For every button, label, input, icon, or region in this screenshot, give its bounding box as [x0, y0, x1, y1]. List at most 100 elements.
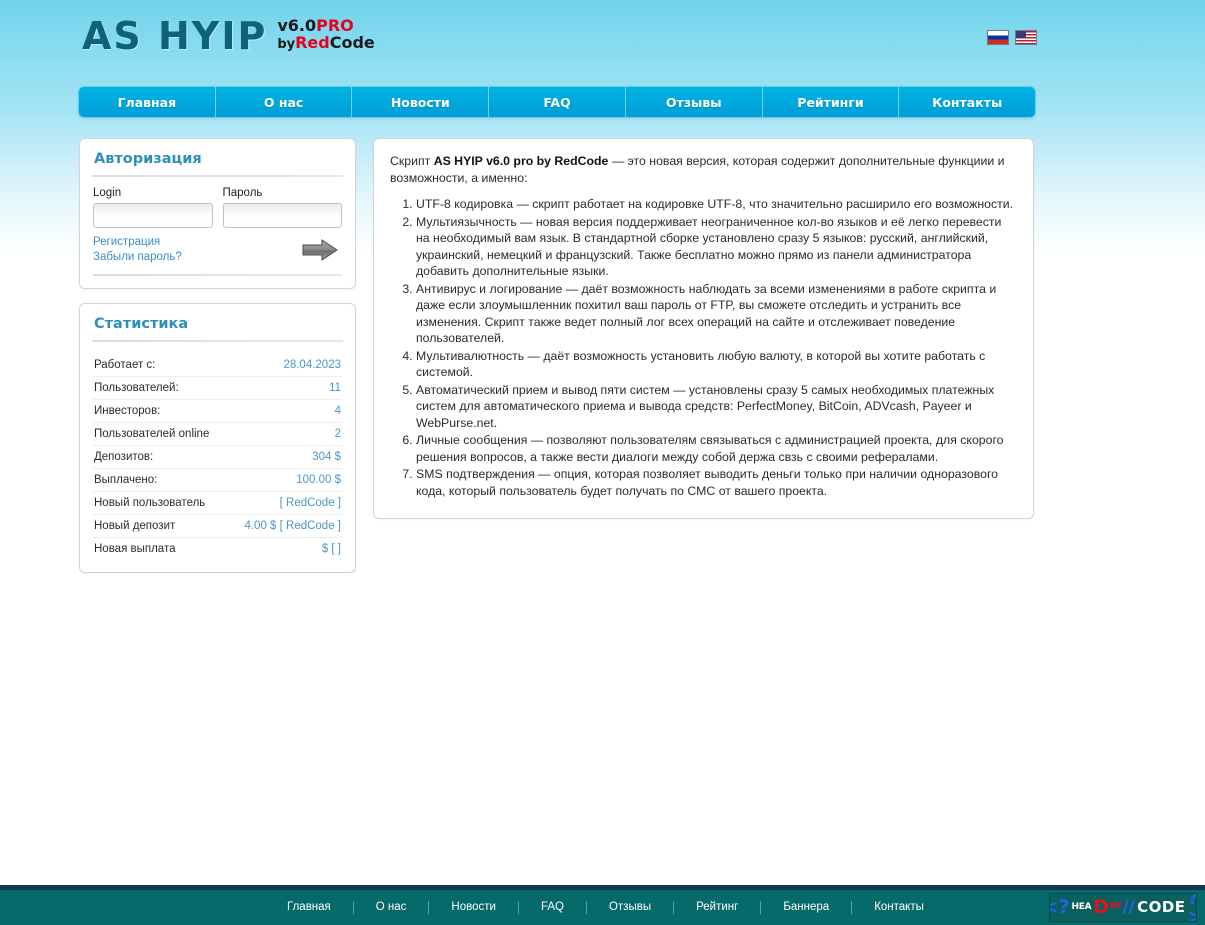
footer-link-2[interactable]: О нас: [354, 901, 430, 914]
page-wrapper: AS HYIP v6.0PRO byRedCode Главная О нас Но…: [0, 0, 1205, 925]
flag-us-icon[interactable]: [1015, 30, 1037, 45]
stat-label: Новый пользователь: [94, 497, 206, 509]
stat-value: [ RedCode ]: [279, 497, 341, 509]
logo-red: Red: [295, 33, 330, 52]
flag-ru-icon[interactable]: [987, 30, 1009, 45]
footer-navigation[interactable]: Главная О нас Новости FAQ Отзывы Рейтинг Банне…: [265, 890, 946, 925]
logo-sub-text: v6.0PRO byRedCode: [277, 14, 374, 53]
footer-link-8[interactable]: Контакты: [852, 901, 946, 914]
stat-value: 4.00 $ [ RedCode ]: [244, 520, 341, 532]
footer-link-4[interactable]: FAQ: [519, 901, 587, 914]
nav-item-1[interactable]: Главная: [79, 87, 216, 117]
stat-value: $ [ ]: [321, 543, 341, 555]
arrow-right-icon[interactable]: [302, 239, 338, 261]
stat-label: Пользователей online: [94, 428, 210, 440]
php-open-tag: <?: [1050, 896, 1070, 918]
feature-item: Антивирус и логирование — даёт возможнос…: [416, 281, 1017, 347]
stat-label: Новая выплата: [94, 543, 176, 555]
password-input[interactable]: [222, 203, 342, 228]
login-input[interactable]: [93, 203, 213, 228]
feature-item: Мультиязычность — новая версия поддержив…: [416, 214, 1017, 280]
feature-item: SMS подтверждения — опция, которая позво…: [416, 466, 1017, 499]
authorization-body: Login Пароль Регистрация Забыли пароль?: [80, 177, 355, 288]
login-field-group: Login: [93, 187, 213, 228]
logo-d-letter: D: [1093, 896, 1110, 918]
footer-link-7[interactable]: Баннера: [761, 901, 853, 914]
stat-row: Новый депозит 4.00 $ [ RedCode ]: [93, 515, 342, 538]
stat-row: Инвесторов: 4: [93, 400, 342, 423]
password-field-group: Пароль: [222, 187, 342, 228]
authorization-links: Регистрация Забыли пароль?: [93, 235, 182, 265]
main-content-panel: Скрипт AS HYIP v6.0 pro by RedCode — это…: [373, 138, 1034, 519]
intro-paragraph: Скрипт AS HYIP v6.0 pro by RedCode — это…: [390, 153, 1017, 186]
statistics-body: Работает с: 28.04.2023 Пользователей: 11 Инв…: [80, 342, 355, 572]
stat-label: Выплачено:: [94, 474, 158, 486]
footer-link-1[interactable]: Главная: [265, 901, 354, 914]
stat-label: Работает с:: [94, 359, 156, 371]
footer-link-3[interactable]: Новости: [429, 901, 519, 914]
logo-version-line: v6.0PRO: [277, 17, 374, 34]
site-footer: Главная О нас Новости FAQ Отзывы Рейтинг Банне…: [0, 885, 1205, 925]
stat-row: Депозитов: 304 $: [93, 446, 342, 469]
footer-inner: Главная О нас Новости FAQ Отзывы Рейтинг Банне…: [0, 890, 1205, 925]
stat-row: Работает с: 28.04.2023: [93, 354, 342, 377]
footer-link-6[interactable]: Рейтинг: [674, 901, 762, 914]
statistics-panel: Статистика Работает с: 28.04.2023 Пользова…: [79, 303, 356, 573]
register-link[interactable]: Регистрация: [93, 235, 182, 250]
nav-item-5[interactable]: Отзывы: [626, 87, 763, 117]
main-navigation[interactable]: Главная О нас Новости FAQ Отзывы Рейтинги Конт…: [78, 86, 1036, 118]
logo-code: Code: [329, 33, 375, 52]
footer-link-5[interactable]: Отзывы: [587, 901, 675, 914]
stat-label: Пользователей:: [94, 382, 179, 394]
logo-hea-text: HEA: [1071, 902, 1092, 912]
stat-row: Новая выплата $ [ ]: [93, 538, 342, 560]
logo-by: by: [277, 37, 296, 52]
divider: [93, 274, 342, 276]
stat-label: Инвесторов:: [94, 405, 161, 417]
stat-row: Пользователей online 2: [93, 423, 342, 446]
stat-label: Новый депозит: [94, 520, 176, 532]
redcode-banner-logo[interactable]: <? HEA D RE // CODE ?>: [1049, 893, 1197, 922]
nav-item-4[interactable]: FAQ: [489, 87, 626, 117]
authorization-fields: Login Пароль: [93, 187, 342, 228]
feature-item: Мультивалютность — даёт возможность уста…: [416, 348, 1017, 381]
nav-item-7[interactable]: Контакты: [899, 87, 1035, 117]
stat-value: 2: [334, 428, 341, 440]
stat-value: 28.04.2023: [283, 359, 341, 371]
nav-item-2[interactable]: О нас: [216, 87, 353, 117]
stat-row: Новый пользователь [ RedCode ]: [93, 492, 342, 515]
feature-item: UTF-8 кодировка — скрипт работает на код…: [416, 196, 1017, 213]
php-close-tag: ?>: [1188, 894, 1196, 921]
authorization-title: Авторизация: [94, 151, 202, 167]
logo-re-sup: RE: [1110, 901, 1122, 910]
intro-prefix: Скрипт: [390, 154, 434, 168]
stat-row: Пользователей: 11: [93, 377, 342, 400]
forgot-password-link[interactable]: Забыли пароль?: [93, 250, 182, 265]
statistics-title: Статистика: [94, 316, 189, 332]
feature-item: Автоматический прием и вывод пяти систем…: [416, 382, 1017, 432]
stat-label: Депозитов:: [94, 451, 154, 463]
intro-bold: AS HYIP v6.0 pro by RedCode: [433, 154, 609, 168]
stat-value: 100.00 $: [296, 474, 341, 486]
logo-slashes: //: [1122, 897, 1136, 917]
main-column: Скрипт AS HYIP v6.0 pro by RedCode — это…: [373, 138, 1034, 519]
stat-row: Выплачено: 100.00 $: [93, 469, 342, 492]
sidebar: Авторизация Login Пароль Регистрация Заб…: [79, 138, 356, 573]
stat-value: 11: [329, 382, 341, 394]
feature-list: UTF-8 кодировка — скрипт работает на код…: [390, 196, 1017, 499]
login-label: Login: [93, 187, 122, 199]
logo-d-group: D RE: [1093, 896, 1122, 918]
logo-code-text: CODE: [1137, 898, 1186, 916]
authorization-actions: Регистрация Забыли пароль?: [93, 235, 342, 265]
nav-item-6[interactable]: Рейтинги: [763, 87, 900, 117]
stat-value: 4: [334, 405, 341, 417]
logo-main-text: AS HYIP: [82, 14, 268, 58]
site-header: AS HYIP v6.0PRO byRedCode: [0, 0, 1205, 80]
feature-item: Личные сообщения — позволяют пользовател…: [416, 432, 1017, 465]
nav-item-3[interactable]: Новости: [352, 87, 490, 117]
site-logo[interactable]: AS HYIP v6.0PRO byRedCode: [82, 14, 375, 58]
language-switcher[interactable]: [987, 30, 1037, 45]
statistics-list: Работает с: 28.04.2023 Пользователей: 11 Инв…: [93, 354, 342, 560]
logo-author-line: byRedCode: [277, 34, 374, 53]
password-label: Пароль: [222, 187, 263, 199]
